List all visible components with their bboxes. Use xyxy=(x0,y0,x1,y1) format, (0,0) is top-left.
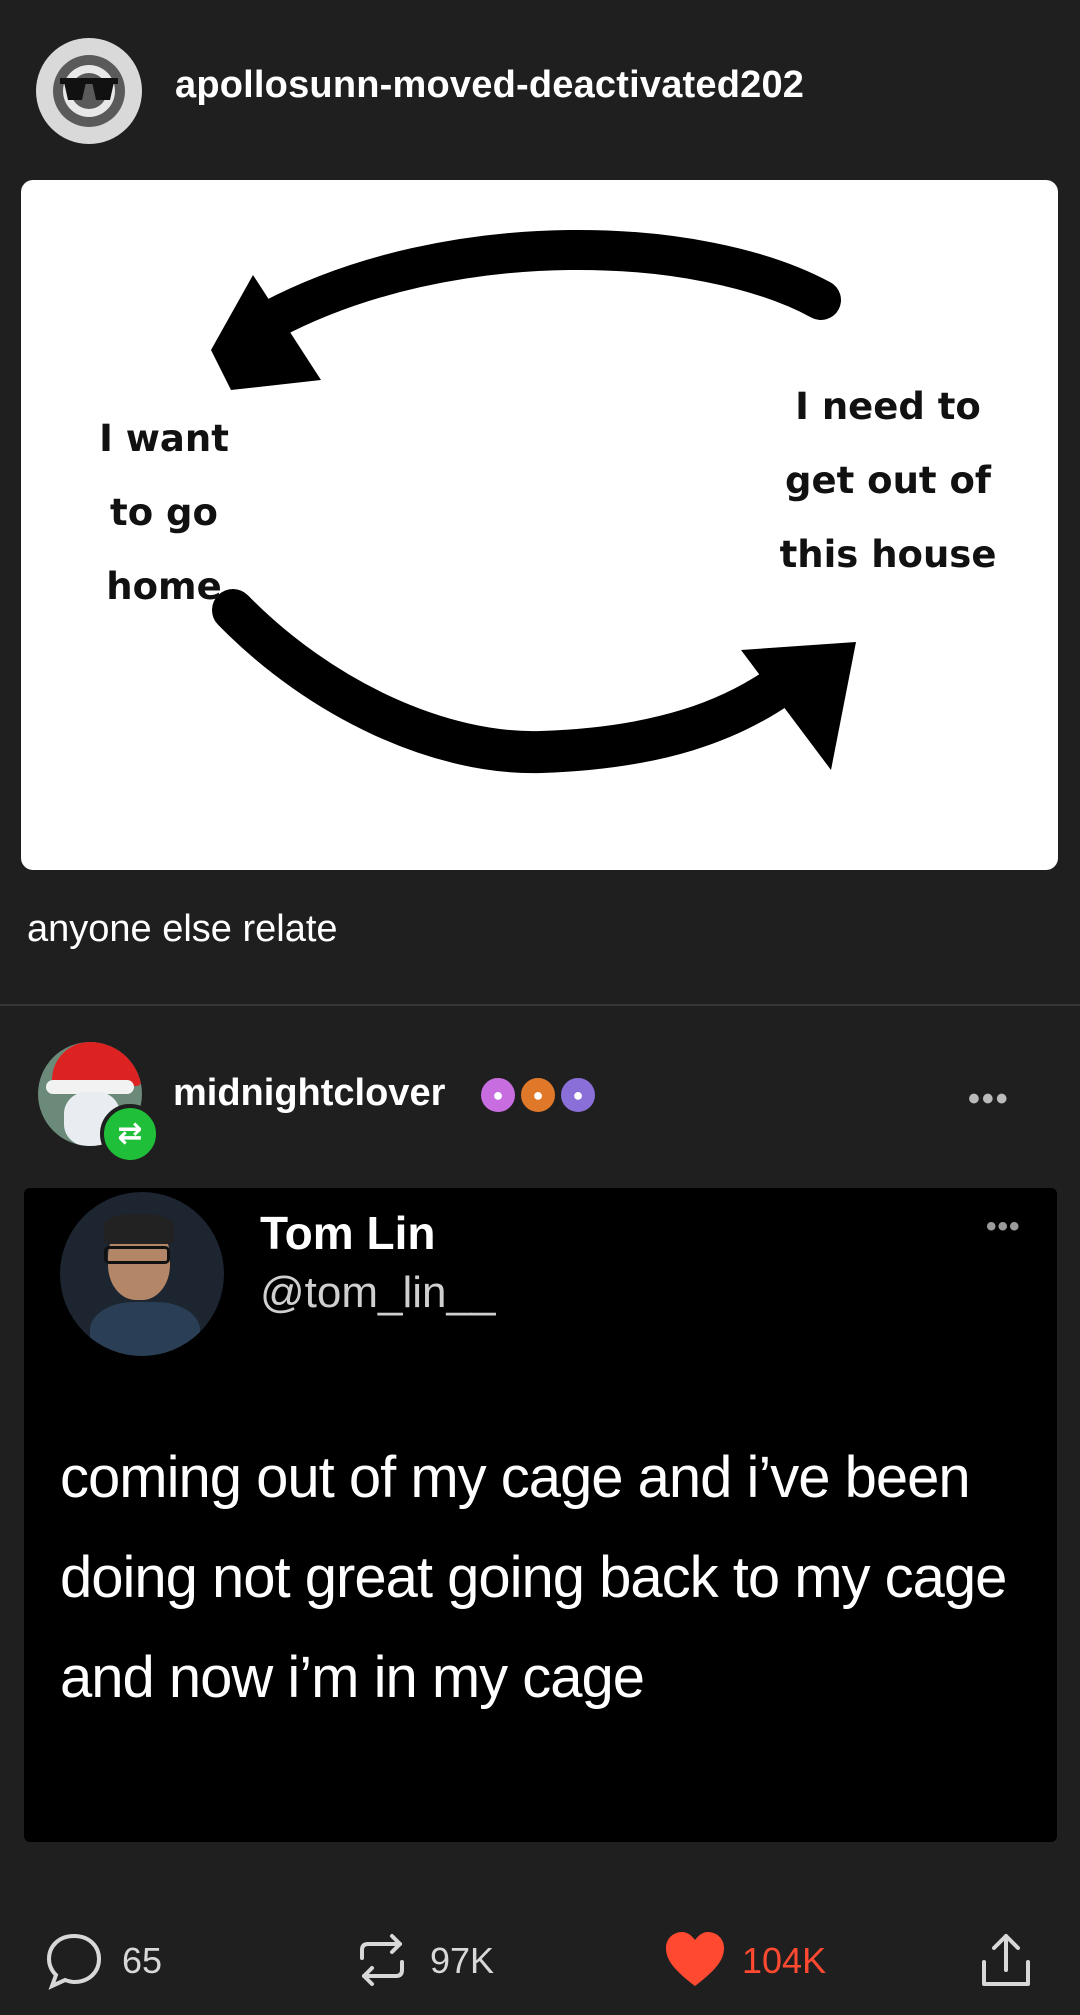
original-poster-avatar[interactable] xyxy=(36,38,142,144)
tweet-author-handle: @tom_lin__ xyxy=(260,1268,496,1317)
image-text-left: I want to go home xyxy=(99,417,229,608)
original-poster-username[interactable]: apollosunn-moved-deactivated202 xyxy=(175,64,804,107)
tweet-author-avatar xyxy=(60,1192,224,1356)
tweet-text: coming out of my cage and i’ve been doin… xyxy=(60,1445,1007,1710)
comment-count: 65 xyxy=(122,1940,163,1981)
share-button[interactable] xyxy=(978,1930,1034,1990)
heart-icon xyxy=(666,1932,724,1986)
post-footer: 65 97K 104K xyxy=(0,1900,1080,2015)
comment-bubble-icon xyxy=(46,1933,102,1990)
tweet-screenshot: Tom Lin @tom_lin__ ••• coming out of my … xyxy=(24,1188,1057,1842)
paw-orange-badge-icon: ● xyxy=(519,1076,557,1114)
post-more-options-icon[interactable]: ••• xyxy=(968,1080,1010,1119)
post-image[interactable]: I want to go home I need to get out of t… xyxy=(21,180,1058,870)
tweet-author-name: Tom Lin xyxy=(260,1207,436,1259)
post-divider xyxy=(0,1004,1080,1006)
sunglasses-icon xyxy=(60,78,118,100)
image-text-right: I need to get out of this house xyxy=(779,385,997,576)
reblogger-username[interactable]: midnightclover xyxy=(173,1072,445,1115)
share-upload-icon xyxy=(982,1934,1030,1986)
original-post-header: apollosunn-moved-deactivated202 xyxy=(0,0,1080,180)
reblog-icon: ⇄ xyxy=(100,1104,160,1164)
reblog-arrows-icon xyxy=(360,1934,404,1986)
comment-button[interactable]: 65 xyxy=(44,1930,204,1990)
tweet-more-icon: ••• xyxy=(986,1210,1021,1243)
paw-pink-badge-icon: ● xyxy=(479,1076,517,1114)
user-badges[interactable]: ● ● ● xyxy=(479,1076,599,1116)
reblog-count: 97K xyxy=(430,1940,495,1981)
like-count: 104K xyxy=(742,1940,827,1981)
paw-purple-badge-icon: ● xyxy=(559,1076,597,1114)
like-button[interactable]: 104K xyxy=(664,1930,864,1990)
reblog-button[interactable]: 97K xyxy=(352,1930,532,1990)
post-caption: anyone else relate xyxy=(27,908,338,950)
